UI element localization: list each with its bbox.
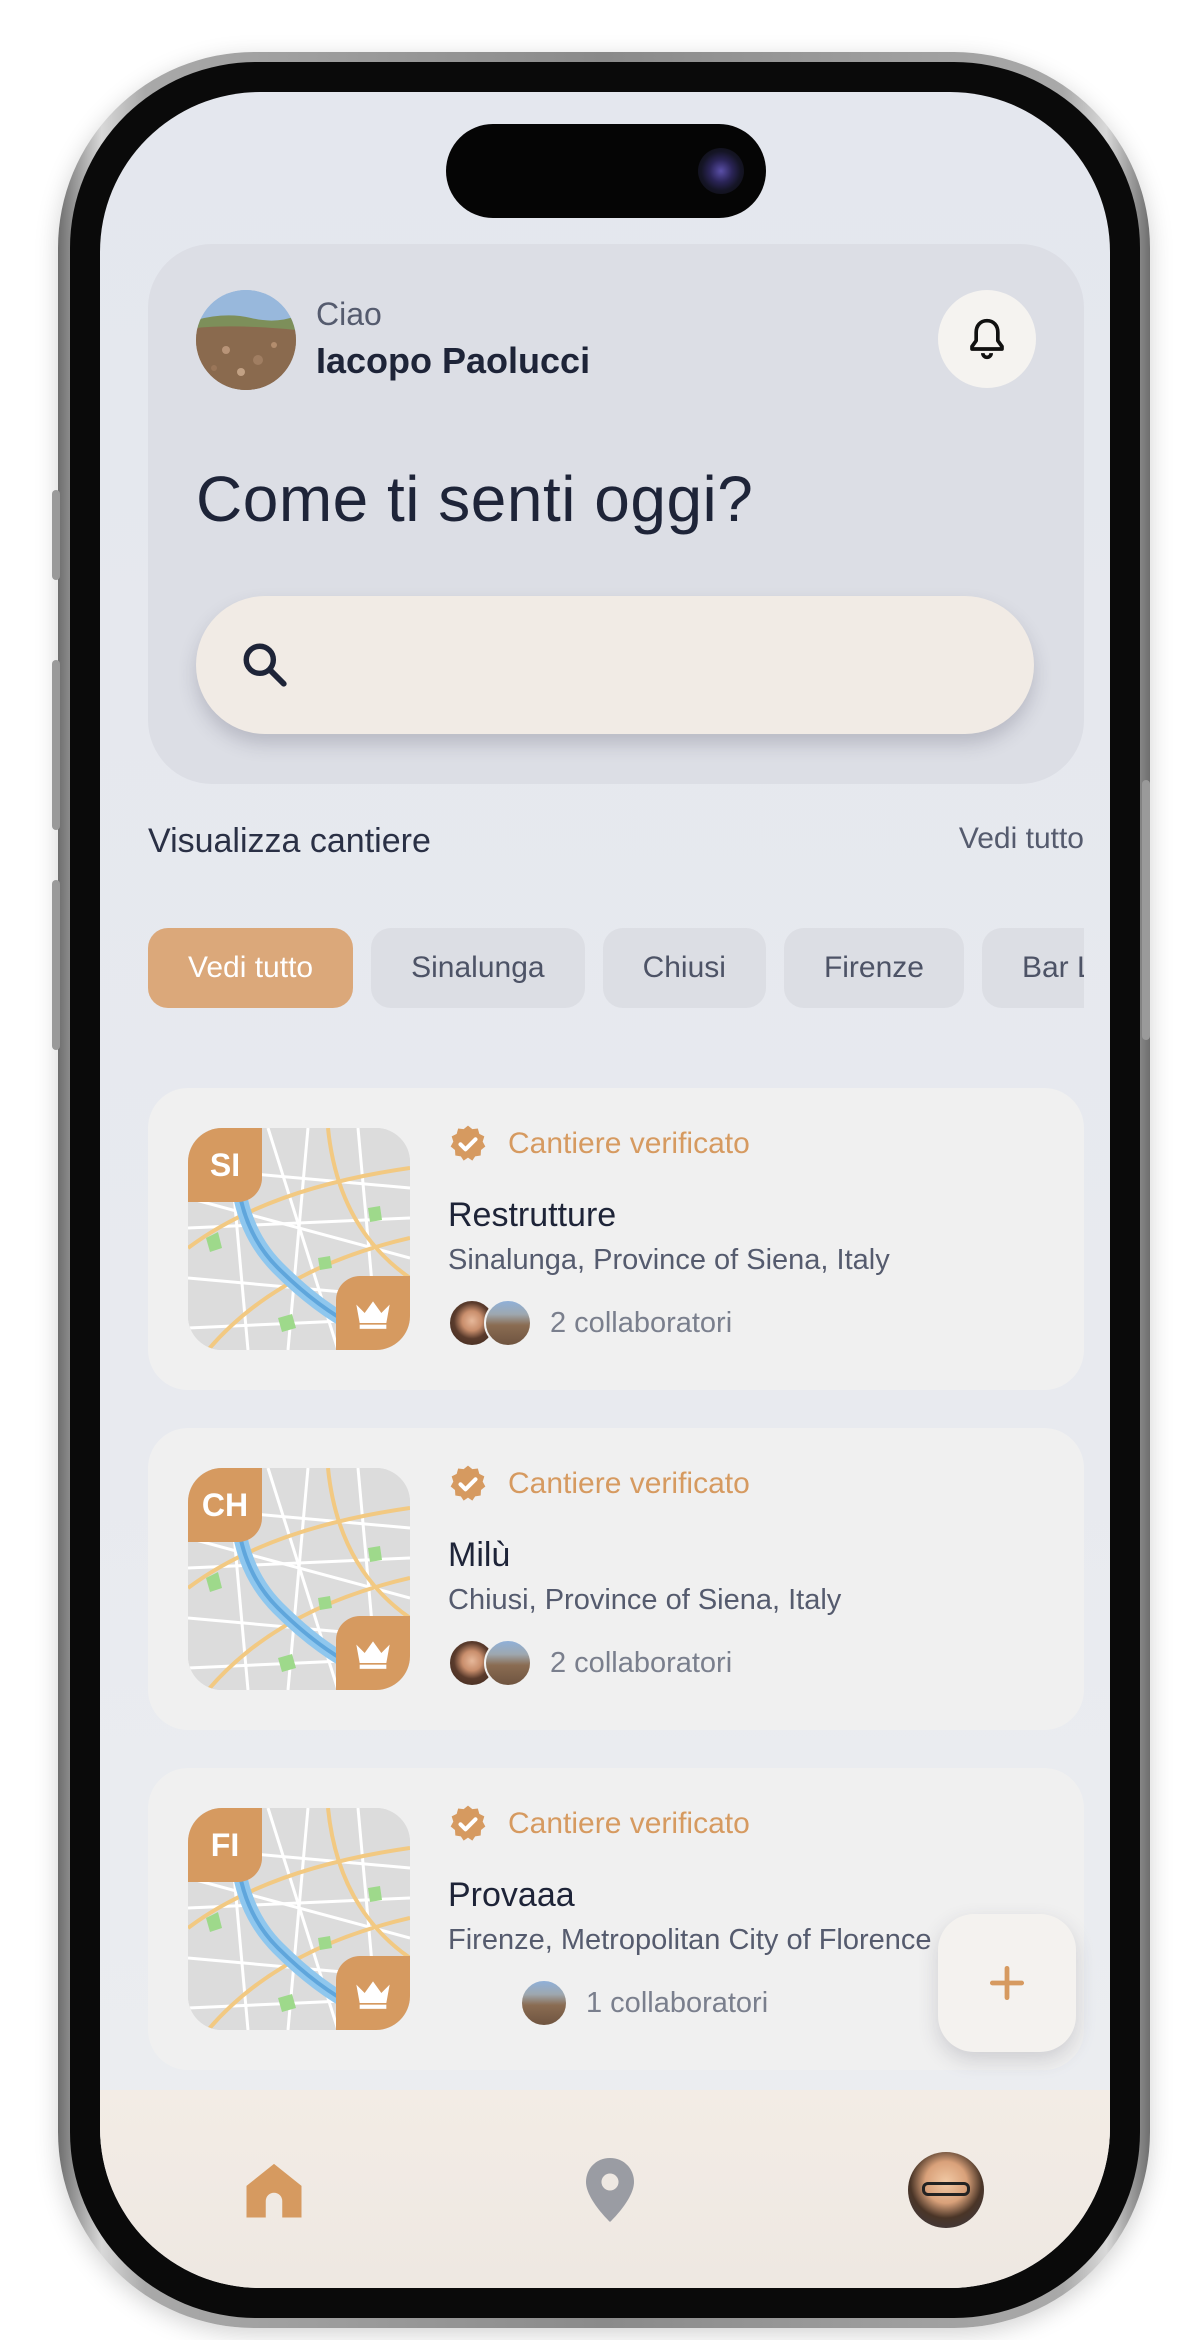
collaborator-avatar (520, 1979, 568, 2027)
chip-bar-lo[interactable]: Bar Lo (981, 928, 1084, 1008)
dynamic-island (446, 124, 766, 218)
power-button (1142, 780, 1150, 1040)
avatar-glasses (922, 2182, 970, 2196)
site-name: Provaaa (448, 1876, 575, 1914)
search-bar[interactable] (196, 596, 1034, 734)
collaborators-row: 2 collaboratori (448, 1298, 732, 1348)
bell-icon (970, 318, 1004, 360)
header-card: Ciao Iacopo Paolucci Come ti senti oggi? (148, 244, 1084, 784)
site-location: Firenze, Metropolitan City of Florence (448, 1924, 932, 1956)
verified-check-icon (450, 1125, 486, 1161)
site-map-thumbnail: FI (188, 1808, 410, 2030)
site-card[interactable]: SI Cantiere verificato Restrutture Sinal… (148, 1088, 1084, 1390)
nav-profile[interactable] (906, 2150, 986, 2230)
verified-check-icon (450, 1805, 486, 1841)
chip-firenze[interactable]: Firenze (783, 928, 964, 1008)
site-map-thumbnail: CH (188, 1468, 410, 1690)
plus-icon (989, 1965, 1025, 2001)
crown-icon (336, 1616, 410, 1690)
search-input[interactable] (306, 626, 986, 704)
collaborators-row: 1 collaboratori (520, 1978, 768, 2028)
screen: Ciao Iacopo Paolucci Come ti senti oggi?… (100, 92, 1110, 2288)
verified-label: Cantiere verificato (508, 1807, 750, 1840)
chip-sinalunga[interactable]: Sinalunga (371, 928, 585, 1008)
collaborator-avatar (484, 1639, 532, 1687)
collaborators-row: 2 collaboratori (448, 1638, 732, 1688)
site-card[interactable]: CH Cantiere verificato Milù Chiusi, Prov… (148, 1428, 1084, 1730)
site-map-thumbnail: SI (188, 1128, 410, 1350)
nav-home[interactable] (234, 2150, 314, 2230)
collaborators-count: 2 collaboratori (550, 1646, 733, 1679)
verified-label: Cantiere verificato (508, 1127, 750, 1160)
see-all-link[interactable]: Vedi tutto (959, 822, 1084, 856)
chip-chiusi[interactable]: Chiusi (602, 928, 766, 1008)
site-name: Restrutture (448, 1196, 617, 1234)
verified-label: Cantiere verificato (508, 1467, 750, 1500)
page-title: Come ti senti oggi? (196, 463, 754, 535)
verified-badge: Cantiere verificato (448, 1124, 750, 1164)
volume-up-button (52, 660, 60, 830)
greeting-text: Ciao (316, 296, 382, 332)
collaborator-avatar (484, 1299, 532, 1347)
filter-chips: Vedi tuttoSinalungaChiusiFirenzeBar Lo (148, 928, 1084, 1008)
location-pin-icon (586, 2158, 634, 2222)
section-title: Visualizza cantiere (148, 822, 431, 860)
crown-icon (336, 1956, 410, 2030)
site-name: Milù (448, 1536, 511, 1574)
site-code-badge: FI (188, 1808, 262, 1882)
chip-vedi-tutto[interactable]: Vedi tutto (148, 928, 354, 1008)
volume-down-button (52, 880, 60, 1050)
collaborators-count: 2 collaboratori (550, 1306, 733, 1339)
user-avatar[interactable] (196, 290, 296, 390)
profile-avatar (908, 2152, 984, 2228)
verified-check-icon (450, 1465, 486, 1501)
add-site-button[interactable] (938, 1914, 1076, 2052)
site-location: Sinalunga, Province of Siena, Italy (448, 1244, 890, 1276)
camera-lens (698, 148, 744, 194)
notifications-button[interactable] (938, 290, 1036, 388)
user-name: Iacopo Paolucci (316, 340, 591, 381)
side-button (52, 490, 60, 580)
site-location: Chiusi, Province of Siena, Italy (448, 1584, 842, 1616)
bottom-nav (100, 2090, 1110, 2288)
verified-badge: Cantiere verificato (448, 1464, 750, 1504)
nav-map[interactable] (570, 2150, 650, 2230)
crown-icon (336, 1276, 410, 1350)
verified-badge: Cantiere verificato (448, 1804, 750, 1844)
site-code-badge: CH (188, 1468, 262, 1542)
search-icon (243, 643, 287, 687)
site-code-badge: SI (188, 1128, 262, 1202)
collaborators-count: 1 collaboratori (586, 1986, 769, 2019)
home-icon (246, 2163, 302, 2218)
